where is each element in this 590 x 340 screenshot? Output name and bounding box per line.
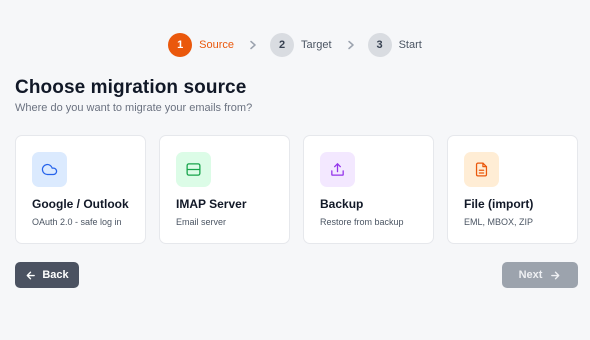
card-description: Email server	[176, 217, 227, 227]
chevron-right-icon	[249, 40, 257, 50]
step-source: 1 Source	[168, 33, 234, 57]
file-icon	[464, 152, 499, 187]
step-target: 2 Target	[270, 33, 332, 57]
arrow-right-icon	[551, 271, 560, 279]
card-title: File (import)	[464, 197, 534, 211]
page-title: Choose migration source	[15, 77, 247, 98]
step-number: 3	[367, 33, 392, 57]
back-button[interactable]: Back	[15, 262, 79, 288]
migration-stepper: 1 Source 2 Target 3 Start	[0, 33, 590, 57]
step-number: 1	[168, 33, 193, 57]
server-icon	[176, 152, 211, 187]
card-description: EML, MBOX, ZIP	[464, 217, 534, 227]
source-card-google-outlook[interactable]: Google / Outlook OAuth 2.0 - safe log in	[15, 135, 146, 244]
page-subtitle: Where do you want to migrate your emails…	[15, 102, 253, 114]
step-label: Source	[199, 39, 235, 51]
card-title: IMAP Server	[176, 197, 247, 211]
card-description: Restore from backup	[320, 217, 404, 227]
source-card-imap-server[interactable]: IMAP Server Email server	[159, 135, 290, 244]
source-card-backup[interactable]: Backup Restore from backup	[303, 135, 434, 244]
card-title: Google / Outlook	[32, 197, 129, 211]
step-label: Start	[398, 39, 422, 51]
back-button-label: Back	[42, 269, 69, 281]
card-title: Backup	[320, 197, 364, 211]
card-description: OAuth 2.0 - safe log in	[32, 217, 122, 227]
next-button-label: Next	[518, 269, 543, 281]
next-button[interactable]: Next	[502, 262, 578, 288]
upload-icon	[320, 152, 355, 187]
step-start: 3 Start	[367, 33, 422, 57]
arrow-left-icon	[26, 271, 36, 279]
chevron-right-icon	[347, 40, 355, 50]
step-number: 2	[270, 33, 295, 57]
cloud-icon	[32, 152, 67, 187]
source-options: Google / Outlook OAuth 2.0 - safe log in…	[15, 135, 578, 244]
source-card-file-import[interactable]: File (import) EML, MBOX, ZIP	[447, 135, 578, 244]
step-label: Target	[301, 39, 332, 51]
